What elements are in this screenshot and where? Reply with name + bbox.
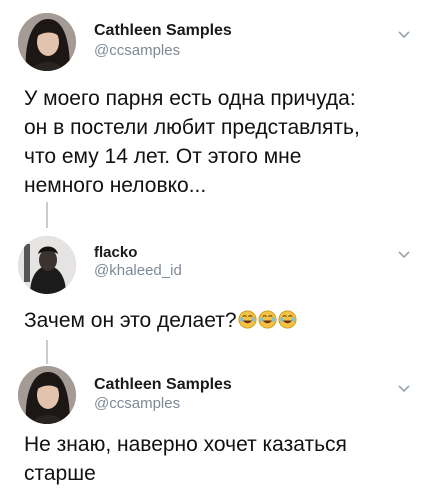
thread-line xyxy=(46,202,48,228)
chevron-down-icon[interactable] xyxy=(396,380,412,396)
laughing-emoji-icon xyxy=(257,310,277,329)
tweet-text: У моего парня есть одна причуда: он в по… xyxy=(24,84,418,200)
tweet-text: Не знаю, наверно хочет казаться старше xyxy=(24,430,418,488)
avatar[interactable] xyxy=(18,366,76,424)
tweet-text-line: У моего парня есть одна причуда: xyxy=(24,87,356,110)
tweet-text-line: что ему 14 лет. От этого мне xyxy=(24,145,302,168)
woman-portrait-avatar-icon xyxy=(18,366,76,424)
laughing-emoji-icon xyxy=(277,310,297,329)
avatar[interactable] xyxy=(18,13,76,71)
tweet-3: Cathleen Samples @ccsamples Не знаю, нав… xyxy=(0,362,432,500)
tweet-2: flacko @khaleed_id Зачем он это делает? xyxy=(0,228,432,353)
man-portrait-avatar-icon xyxy=(18,236,76,294)
thread-line xyxy=(46,340,48,364)
tweet-text: Зачем он это делает? xyxy=(24,306,418,335)
chevron-down-icon[interactable] xyxy=(396,246,412,262)
author-handle[interactable]: @khaleed_id xyxy=(94,262,182,279)
tweet-1: Cathleen Samples @ccsamples У моего парн… xyxy=(0,0,432,230)
woman-portrait-avatar-icon xyxy=(18,13,76,71)
author-handle[interactable]: @ccsamples xyxy=(94,395,180,412)
author-name[interactable]: flacko xyxy=(94,244,137,261)
tweet-text-line: Зачем он это делает? xyxy=(24,306,418,335)
tweet-text-content: Зачем он это делает? xyxy=(24,309,237,332)
tweet-text-line: Не знаю, наверно хочет казаться xyxy=(24,433,347,456)
author-handle[interactable]: @ccsamples xyxy=(94,42,180,59)
author-name[interactable]: Cathleen Samples xyxy=(94,376,232,394)
tweet-text-line: старше xyxy=(24,462,96,485)
chevron-down-icon[interactable] xyxy=(396,26,412,42)
tweet-text-line: немного неловко... xyxy=(24,174,207,197)
laughing-emoji-icon xyxy=(237,310,257,329)
author-name[interactable]: Cathleen Samples xyxy=(94,22,232,40)
tweet-text-line: он в постели любит представлять, xyxy=(24,116,360,139)
avatar[interactable] xyxy=(18,236,76,294)
